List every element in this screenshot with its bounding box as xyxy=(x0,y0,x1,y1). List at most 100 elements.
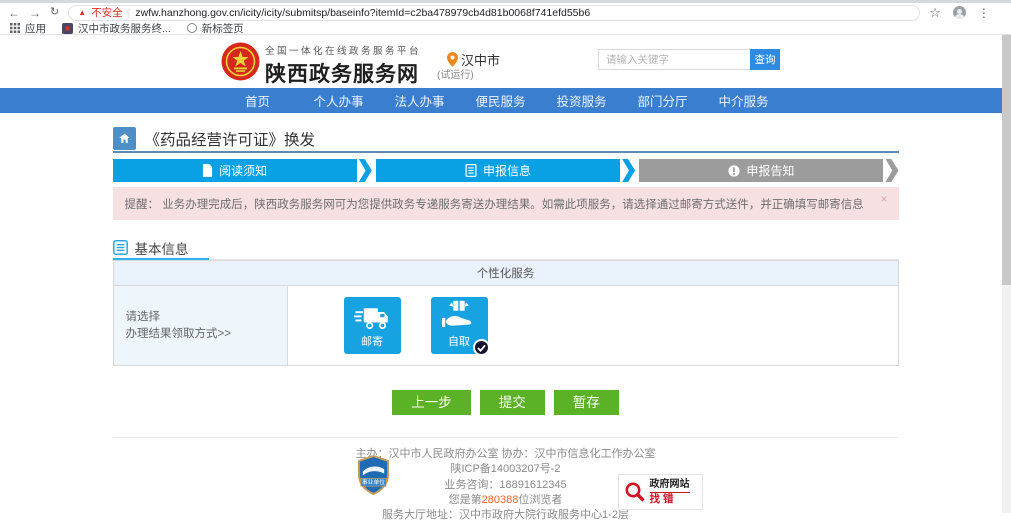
option-self-pickup[interactable]: 自取 xyxy=(431,297,488,354)
page-title-row: 《药品经营许可证》换发 xyxy=(113,126,899,153)
nav-item-legal-person[interactable]: 法人办事 xyxy=(379,91,460,110)
chevron-right-icon xyxy=(622,159,635,182)
nav-item-home[interactable]: 首页 xyxy=(217,91,298,110)
pickup-method-prompt: 请选择 办理结果领取方式>> xyxy=(114,286,288,365)
svg-text:事业单位: 事业单位 xyxy=(361,478,384,486)
info-icon xyxy=(728,165,740,177)
back-icon[interactable]: ← xyxy=(8,7,20,19)
bookmark-favicon xyxy=(62,23,73,34)
chevron-right-icon xyxy=(885,159,898,182)
browser-toolbar: ← → ↻ ▲ 不安全 | zwfw.hanzhong.gov.cn/icity… xyxy=(0,3,1011,22)
find-error-top-label: 政府网站 xyxy=(650,479,690,491)
nav-item-intermediary[interactable]: 中介服务 xyxy=(703,91,784,110)
url-text[interactable]: zwfw.hanzhong.gov.cn/icity/icity/submits… xyxy=(135,7,590,19)
chevron-right-icon xyxy=(359,159,372,182)
magnifier-icon xyxy=(624,481,646,503)
city-label[interactable]: 汉中市 xyxy=(461,50,500,69)
prompt-line2: 办理结果领取方式>> xyxy=(126,326,275,343)
form-icon xyxy=(465,164,477,177)
chrome-actions: ☆ ⋮ xyxy=(929,5,994,21)
menu-dots-icon[interactable]: ⋮ xyxy=(978,6,990,20)
action-buttons: 上一步 提交 暂存 xyxy=(113,390,899,415)
pickup-options: 邮寄 xyxy=(288,286,898,365)
bookmarks-bar: 应用 汉中市政务服务终... 新标签页 xyxy=(0,22,1011,35)
site-brand: 全国一体化在线政务服务平台 陕西政务服务网 xyxy=(265,43,421,88)
section-tab-row: 基本信息 xyxy=(113,235,899,260)
prompt-line1: 请选择 xyxy=(126,309,275,326)
previous-step-button[interactable]: 上一步 xyxy=(392,390,471,415)
option-mail[interactable]: 邮寄 xyxy=(344,297,401,354)
footer-icp-line[interactable]: 陕ICP备14003207号-2 xyxy=(113,462,899,477)
reload-icon[interactable]: ↻ xyxy=(50,7,59,18)
nav-item-personal[interactable]: 个人办事 xyxy=(298,91,379,110)
option-mail-label: 邮寄 xyxy=(361,333,383,349)
nav-item-convenience[interactable]: 便民服务 xyxy=(460,91,541,110)
omnibox-separator: | xyxy=(128,7,131,19)
city-selector[interactable]: 汉中市 xyxy=(447,50,500,69)
table-header: 个性化服务 xyxy=(114,261,898,286)
reminder-alert: 提醒： 业务办理完成后，陕西政务服务网可为您提供政务专递服务寄送办理结果。如需此… xyxy=(113,187,899,220)
hand-box-icon xyxy=(442,297,476,330)
nav-item-department-hall[interactable]: 部门分厅 xyxy=(622,91,703,110)
tab-basic-info[interactable]: 基本信息 xyxy=(113,235,189,260)
alert-close-icon[interactable]: × xyxy=(880,192,887,206)
footer-visitor-line: 您是第280388位浏览者 xyxy=(113,493,899,508)
option-self-pickup-label: 自取 xyxy=(448,333,470,349)
insecure-label[interactable]: 不安全 xyxy=(91,5,123,20)
bookmark-newtab-label: 新标签页 xyxy=(202,21,244,36)
footer-organizer-line: 主办：汉中市人民政府办公室 协办：汉中市信息化工作办公室 xyxy=(113,447,899,462)
site-footer: 主办：汉中市人民政府办公室 协办：汉中市信息化工作办公室 陕ICP备140032… xyxy=(113,437,899,512)
truck-icon xyxy=(354,297,390,330)
find-error-bottom-label: 找错 xyxy=(650,492,690,505)
nav-item-investment[interactable]: 投资服务 xyxy=(541,91,622,110)
globe-icon xyxy=(187,23,197,33)
location-pin-icon xyxy=(447,52,458,67)
address-bar[interactable]: ▲ 不安全 | zwfw.hanzhong.gov.cn/icity/icity… xyxy=(68,5,920,21)
website-error-report-logo[interactable]: 政府网站 找错 xyxy=(618,474,703,510)
main-nav: 首页 个人办事 法人办事 便民服务 投资服务 部门分厅 中介服务 xyxy=(0,88,1011,113)
scrollbar-thumb[interactable] xyxy=(1002,35,1011,285)
bookmark-new-tab[interactable]: 新标签页 xyxy=(187,21,244,36)
search-button[interactable]: 查询 xyxy=(750,49,780,70)
platform-line: 全国一体化在线政务服务平台 xyxy=(265,43,421,57)
search-input[interactable] xyxy=(598,49,750,70)
step-label: 申报告知 xyxy=(746,162,794,179)
tab-basic-info-label: 基本信息 xyxy=(135,238,189,258)
step-declare-info[interactable]: 申报信息 xyxy=(376,159,635,182)
site-header: 全国一体化在线政务服务平台 陕西政务服务网 (试运行) 汉中市 查询 xyxy=(0,35,1011,88)
home-icon xyxy=(113,127,136,150)
step-indicator: 阅读须知 申报信息 申报告知 xyxy=(113,159,899,182)
site-name: 陕西政务服务网 xyxy=(265,58,421,88)
personalized-service-table: 个性化服务 请选择 办理结果领取方式>> xyxy=(113,260,899,366)
alert-text: 提醒： 业务办理完成后，陕西政务服务网可为您提供政务专递服务寄送办理结果。如需此… xyxy=(125,196,864,212)
bookmark-hanzhong-label: 汉中市政务服务终... xyxy=(78,21,171,36)
bookmark-star-icon[interactable]: ☆ xyxy=(929,5,941,21)
visitor-count: 280388 xyxy=(482,494,519,506)
document-icon xyxy=(202,164,213,177)
tab-active-underline xyxy=(113,258,209,260)
public-institution-badge: 事业单位 xyxy=(357,455,390,495)
bookmark-apps-label: 应用 xyxy=(25,21,46,36)
national-emblem-logo xyxy=(221,42,260,81)
table-row: 请选择 办理结果领取方式>> xyxy=(114,286,898,365)
page-scrollbar[interactable] xyxy=(1002,35,1011,513)
page-title: 《药品经营许可证》换发 xyxy=(145,128,316,150)
selected-check-icon xyxy=(473,339,490,356)
step-read-notice[interactable]: 阅读须知 xyxy=(113,159,372,182)
step-label: 申报信息 xyxy=(483,162,531,179)
save-draft-button[interactable]: 暂存 xyxy=(554,390,619,415)
profile-avatar-icon[interactable] xyxy=(953,6,966,19)
bookmark-apps[interactable]: 应用 xyxy=(10,21,46,36)
forward-icon[interactable]: → xyxy=(29,7,41,19)
step-declare-notice[interactable]: 申报告知 xyxy=(639,159,898,182)
apps-grid-icon xyxy=(10,23,20,33)
step-label: 阅读须知 xyxy=(219,162,267,179)
basic-info-icon xyxy=(113,240,128,255)
submit-button[interactable]: 提交 xyxy=(480,390,545,415)
insecure-warning-icon: ▲ xyxy=(78,8,86,17)
footer-address-line: 服务大厅地址：汉中市政府大院行政服务中心1-2层 xyxy=(113,508,899,523)
search-box: 查询 xyxy=(598,49,780,70)
bookmark-hanzhong-service[interactable]: 汉中市政务服务终... xyxy=(62,21,171,36)
content-container: 《药品经营许可证》换发 阅读须知 申报信息 申报告知 提醒： 业务办理完成 xyxy=(113,126,899,512)
footer-phone-line: 业务咨询：18891612345 xyxy=(113,478,899,493)
